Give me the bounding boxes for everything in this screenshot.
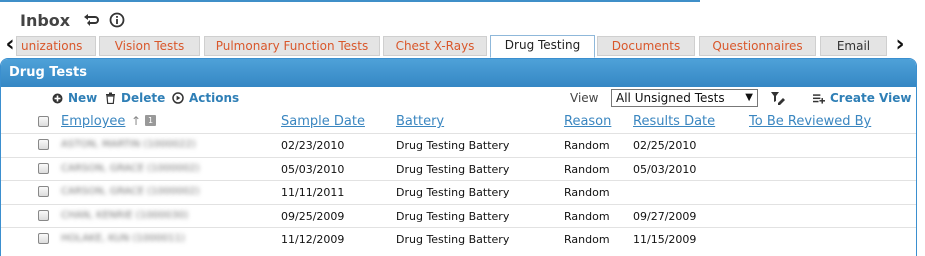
tab-documents[interactable]: Documents [597, 36, 695, 56]
delete-label: Delete [121, 91, 166, 105]
view-select[interactable]: All Unsigned Tests ▼ [611, 89, 758, 107]
reason-cell: Random [564, 139, 610, 152]
column-results-date[interactable]: Results Date [633, 114, 715, 129]
reason-cell: Random [564, 209, 610, 223]
sample-date-cell: 05/03/2010 [281, 162, 345, 176]
table-row[interactable]: CARSON, GRACE (1000002) 11/11/2011 Drug … [1, 180, 916, 204]
row-checkbox[interactable] [38, 162, 49, 174]
sample-date-cell: 09/25/2009 [281, 209, 345, 223]
battery-cell: Drug Testing Battery [396, 186, 510, 199]
inbox-header: Inbox [20, 9, 134, 31]
sample-date-cell: 02/23/2010 [281, 139, 345, 152]
tab-immunizations[interactable]: unizations [16, 36, 96, 56]
row-checkbox[interactable] [38, 186, 49, 197]
tab-questionnaires[interactable]: Questionnaires [699, 36, 816, 56]
tab-chest-x-rays[interactable]: Chest X-Rays [383, 36, 487, 56]
results-date-cell: 09/27/2009 [633, 209, 697, 223]
create-view-button[interactable]: Create View [813, 91, 911, 105]
scroll-right-arrow-icon[interactable]: › [893, 34, 907, 58]
table-row[interactable]: CARSON, GRACE (1000002) 05/03/2010 Drug … [1, 156, 916, 181]
row-checkbox[interactable] [38, 139, 49, 150]
drug-tests-panel: Drug Tests New Delete Actions View All U… [0, 58, 917, 256]
employee-cell[interactable]: CARSON, GRACE (1000002) [61, 163, 200, 174]
actions-button[interactable]: Actions [172, 91, 239, 105]
info-icon[interactable] [108, 11, 126, 29]
new-label: New [68, 91, 98, 105]
reason-cell: Random [564, 233, 610, 246]
play-circle-icon [172, 92, 184, 104]
tab-email[interactable]: Email [820, 36, 887, 56]
new-button[interactable]: New [51, 91, 97, 105]
column-sample-date[interactable]: Sample Date [281, 114, 365, 129]
battery-cell: Drug Testing Battery [396, 209, 510, 223]
sort-up-arrow-icon[interactable]: ↑ [131, 114, 141, 128]
column-employee[interactable]: Employee [61, 114, 125, 129]
employee-cell[interactable]: HOLAKE, KUN (1000011) [61, 233, 185, 244]
chevron-down-icon: ▼ [745, 92, 753, 103]
panel-title: Drug Tests [1, 59, 916, 87]
list-add-icon [813, 92, 825, 104]
column-battery[interactable]: Battery [396, 114, 444, 129]
tab-bar: ‹ unizations Vision Tests Pulmonary Func… [0, 34, 925, 58]
battery-cell: Drug Testing Battery [396, 233, 510, 246]
top-accent-line [0, 0, 700, 2]
battery-cell: Drug Testing Battery [396, 139, 510, 152]
column-to-be-reviewed-by[interactable]: To Be Reviewed By [749, 114, 871, 129]
view-select-value: All Unsigned Tests [616, 91, 725, 105]
sample-date-cell: 11/12/2009 [281, 233, 345, 246]
row-checkbox[interactable] [38, 209, 49, 221]
trash-icon [104, 92, 116, 104]
actions-label: Actions [189, 91, 240, 105]
scroll-left-arrow-icon[interactable]: ‹ [3, 34, 17, 58]
sample-date-cell: 11/11/2011 [281, 186, 345, 199]
employee-cell[interactable]: CHAN, KENRIE (1000030) [61, 210, 188, 221]
table-header: Employee ↑ 1 Sample Date Battery Reason … [1, 109, 916, 133]
select-all-checkbox[interactable] [38, 116, 49, 127]
table-row[interactable]: HOLAKE, KUN (1000011) 11/12/2009 Drug Te… [1, 227, 916, 251]
tab-pulmonary-function-tests[interactable]: Pulmonary Function Tests [204, 36, 380, 56]
return-icon[interactable] [82, 11, 100, 29]
battery-cell: Drug Testing Battery [396, 162, 510, 176]
column-reason[interactable]: Reason [564, 114, 611, 129]
toolbar: New Delete Actions View All Unsigned Tes… [1, 87, 916, 109]
results-date-cell: 02/25/2010 [633, 139, 697, 152]
table-row[interactable]: CHAN, KENRIE (1000030) 09/25/2009 Drug T… [1, 203, 916, 228]
reason-cell: Random [564, 186, 610, 199]
page-title: Inbox [20, 10, 71, 30]
employee-cell[interactable]: ASTON, MARTIN (1000022) [61, 139, 196, 150]
employee-cell[interactable]: CARSON, GRACE (1000002) [61, 186, 200, 197]
plus-circle-icon [51, 92, 63, 104]
results-date-cell: 11/15/2009 [633, 233, 697, 246]
view-label: View [570, 91, 599, 105]
results-date-cell: 05/03/2010 [633, 162, 697, 176]
row-checkbox[interactable] [38, 233, 49, 244]
create-view-label: Create View [830, 91, 912, 105]
filter-edit-icon[interactable] [770, 90, 786, 106]
tab-vision-tests[interactable]: Vision Tests [99, 36, 200, 56]
delete-button[interactable]: Delete [104, 91, 165, 105]
tab-drug-testing[interactable]: Drug Testing [490, 35, 595, 58]
table-row[interactable]: ASTON, MARTIN (1000022) 02/23/2010 Drug … [1, 133, 916, 157]
sort-order-badge: 1 [145, 115, 156, 126]
reason-cell: Random [564, 162, 610, 176]
